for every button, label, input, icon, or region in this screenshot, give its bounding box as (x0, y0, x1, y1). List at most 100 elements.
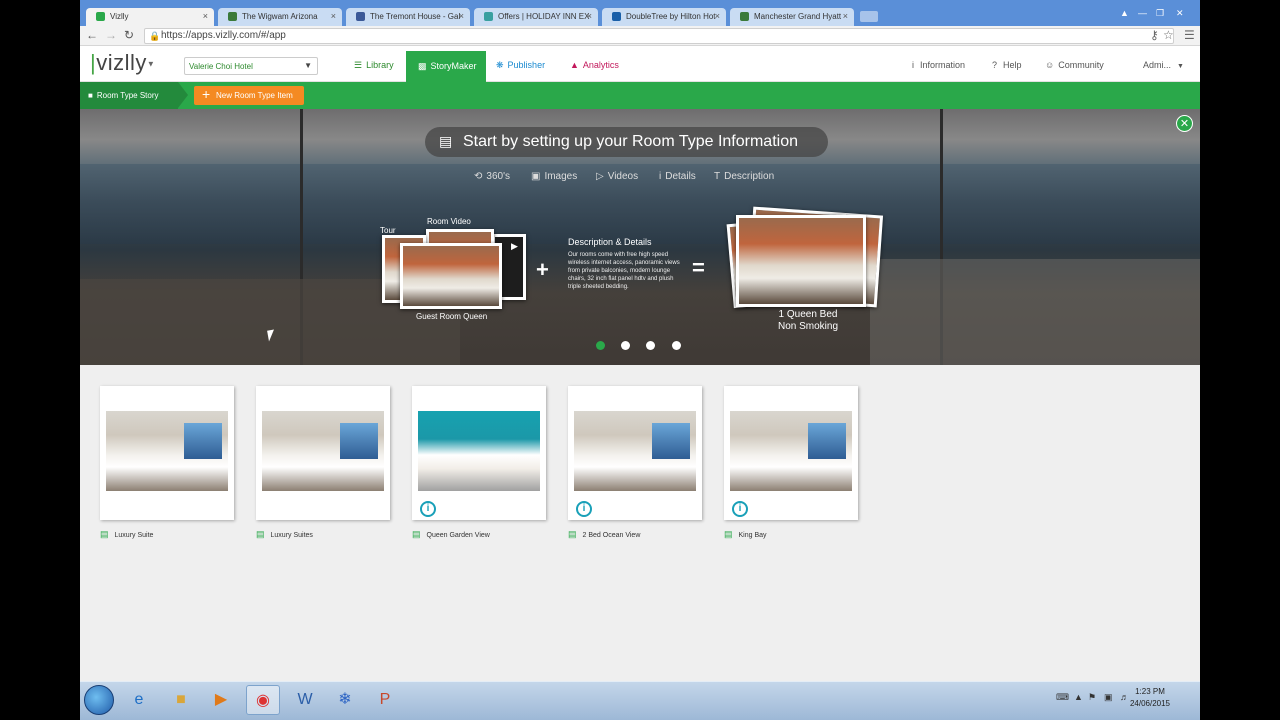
room-image-card (400, 243, 502, 309)
library-icon: ☰ (354, 60, 363, 70)
close-icon[interactable]: × (203, 11, 208, 21)
nav-community[interactable]: ☺ Community (1045, 60, 1104, 70)
room-thumbnail (418, 411, 540, 491)
hero-close-button[interactable]: ✕ (1176, 115, 1193, 132)
room-card-label[interactable]: ▤ Queen Garden View (412, 529, 490, 540)
chevron-down-icon: ▼ (1177, 63, 1184, 70)
carousel-dot[interactable] (646, 341, 655, 350)
file-explorer-icon[interactable]: ■ (164, 685, 198, 715)
room-thumbnail (730, 411, 852, 491)
chevron-down-icon: ▼ (304, 61, 312, 70)
nav-analytics[interactable]: ▲ Analytics (570, 60, 619, 70)
back-icon[interactable]: ← (86, 28, 98, 42)
bookmark-star-icon[interactable]: ☆ (1163, 28, 1174, 42)
room-thumbnail (574, 411, 696, 491)
tab-images[interactable]: ▣ Images (531, 171, 577, 182)
reload-icon[interactable]: ↻ (124, 28, 134, 42)
powerpoint-icon[interactable]: P (368, 685, 402, 715)
chrome-icon[interactable]: ◉ (246, 685, 280, 715)
close-icon[interactable]: × (843, 11, 848, 21)
video-icon: ▷ (596, 171, 604, 182)
close-icon[interactable]: × (331, 11, 336, 21)
info-icon: i (912, 60, 914, 70)
bed-icon: ▤ (412, 529, 421, 539)
keyboard-icon[interactable]: ⌨ (1056, 692, 1069, 703)
tab-360[interactable]: ⟲ 360's (474, 171, 510, 182)
room-card-label[interactable]: ▤ Luxury Suite (100, 529, 153, 540)
browser-tab[interactable]: DoubleTree by Hilton Hot × (602, 8, 726, 26)
flag-icon[interactable]: ⚑ (1088, 692, 1096, 703)
windows-taskbar: e ■ ▶ ◉ W ❄ P ⌨ ▲ ⚑ ▣ ♬ 1:23 PM 24/06/20… (80, 681, 1200, 720)
tab-videos[interactable]: ▷ Videos (596, 171, 638, 182)
nav-publisher[interactable]: ❋ Publisher (496, 60, 545, 71)
system-clock[interactable]: 1:23 PM 24/06/2015 (1120, 686, 1180, 710)
forward-icon[interactable]: → (105, 28, 117, 42)
close-icon[interactable]: × (587, 11, 592, 21)
nav-information[interactable]: i Information (912, 60, 965, 70)
room-card[interactable]: i (724, 386, 858, 520)
image-icon: ▣ (531, 171, 541, 182)
facebook-favicon-icon (356, 12, 365, 21)
address-bar-row: ← → ↻ 🔒 https://apps.vizlly.com/#/app ⚷ … (80, 26, 1200, 46)
result-card-front (736, 215, 866, 307)
new-room-type-item-button[interactable]: + New Room Type Item (194, 86, 304, 105)
info-icon: i (659, 171, 662, 182)
user-icon[interactable]: ▲ (1120, 8, 1129, 18)
carousel-dot[interactable] (672, 341, 681, 350)
key-icon[interactable]: ⚷ (1150, 28, 1159, 42)
browser-tab-bar: Vizlly × The Wigwam Arizona × The Tremon… (80, 0, 1200, 26)
room-card-label[interactable]: ▤ Luxury Suites (256, 529, 313, 540)
info-icon[interactable]: i (576, 501, 592, 517)
room-card[interactable]: i (568, 386, 702, 520)
browser-tab[interactable]: The Wigwam Arizona × (218, 8, 342, 26)
storymaker-icon: ▩ (418, 61, 427, 71)
analytics-icon: ▲ (570, 60, 579, 70)
page-favicon-icon (740, 12, 749, 21)
word-icon[interactable]: W (288, 685, 322, 715)
media-player-icon[interactable]: ▶ (204, 685, 238, 715)
room-card[interactable] (100, 386, 234, 520)
new-tab-button[interactable] (860, 11, 878, 22)
subnav-bar: ■ Room Type Story + New Room Type Item (80, 82, 1200, 109)
hero-banner: ✕ ▤ Start by setting up your Room Type I… (80, 109, 1200, 365)
menu-icon[interactable]: ☰ (1184, 28, 1195, 42)
close-icon[interactable]: × (715, 11, 720, 21)
vizlly-logo[interactable]: |vizlly▼ (90, 50, 155, 76)
start-button[interactable] (84, 685, 114, 715)
carousel-dot[interactable] (596, 341, 605, 350)
nav-storymaker[interactable]: ▩ StoryMaker (406, 51, 486, 82)
room-card[interactable]: i (412, 386, 546, 520)
room-card[interactable] (256, 386, 390, 520)
nav-help[interactable]: ? Help (992, 60, 1022, 70)
url-input[interactable]: 🔒 https://apps.vizlly.com/#/app (144, 28, 1174, 44)
show-hidden-icons-icon[interactable]: ▲ (1074, 692, 1083, 702)
maximize-icon[interactable]: ❐ (1156, 8, 1164, 19)
room-card-label[interactable]: ▤ 2 Bed Ocean View (568, 529, 640, 540)
breadcrumb-room-type-story[interactable]: ■ Room Type Story (80, 82, 188, 109)
close-icon[interactable]: × (459, 11, 464, 21)
info-icon[interactable]: i (732, 501, 748, 517)
hero-tabs: ⟲ 360's ▣ Images ▷ Videos i Details T Descrip… (474, 171, 794, 187)
info-icon[interactable]: i (420, 501, 436, 517)
hotel-select[interactable]: Valerie Choi Hotel ▼ (184, 57, 318, 75)
admin-menu[interactable]: Admi... ▼ (1143, 60, 1184, 70)
browser-tab[interactable]: Offers | HOLIDAY INN EX × (474, 8, 598, 26)
nav-library[interactable]: ☰ Library (354, 60, 394, 71)
window-close-icon[interactable]: ✕ (1176, 8, 1184, 19)
browser-tab[interactable]: Manchester Grand Hyatt × (730, 8, 854, 26)
page-favicon-icon (612, 12, 621, 21)
carousel-dot[interactable] (621, 341, 630, 350)
network-icon[interactable]: ▣ (1104, 692, 1113, 703)
text-icon: T (714, 171, 721, 182)
browser-tab[interactable]: The Tremont House - Gal × (346, 8, 470, 26)
minimize-icon[interactable]: — (1138, 8, 1147, 18)
internet-explorer-icon[interactable]: e (122, 685, 156, 715)
room-thumbnail (106, 411, 228, 491)
tab-description[interactable]: T Description (714, 171, 774, 182)
browser-tab[interactable]: Vizlly × (86, 8, 214, 26)
snowflake-app-icon[interactable]: ❄ (328, 685, 362, 715)
tab-details[interactable]: i Details (659, 171, 696, 182)
room-card-label[interactable]: ▤ King Bay (724, 529, 767, 540)
360-icon: ⟲ (474, 171, 483, 182)
page-favicon-icon (484, 12, 493, 21)
